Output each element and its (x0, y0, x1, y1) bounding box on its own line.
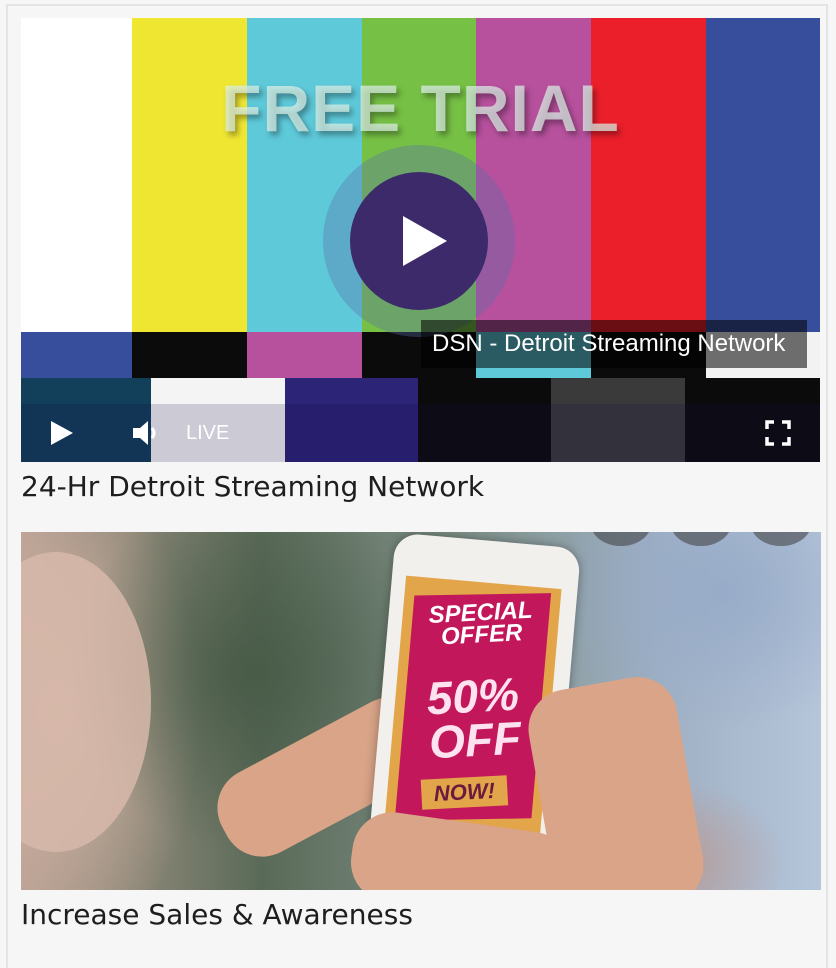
color-bar (132, 332, 247, 378)
live-label: LIVE (186, 422, 230, 444)
color-bar (247, 332, 362, 378)
card-title[interactable]: Increase Sales & Awareness (21, 898, 413, 931)
color-bar (706, 18, 820, 332)
big-play-button[interactable] (350, 172, 488, 310)
player-controls: LIVE (21, 404, 820, 462)
free-trial-overlay: FREE TRIAL (221, 71, 620, 145)
offer-discount: 50% OFF (412, 668, 536, 769)
color-bar (21, 18, 132, 332)
color-bar (21, 332, 132, 378)
promo-image[interactable]: SPECIAL OFFER 50% OFF NOW! (21, 532, 821, 890)
offer-off: OFF (427, 711, 523, 769)
color-bar (591, 18, 706, 332)
play-icon[interactable] (51, 421, 73, 445)
face-shape (21, 552, 151, 852)
bokeh-shape (591, 532, 651, 546)
video-player[interactable]: FREE TRIAL DSN - Detroit Streaming Netwo… (21, 18, 820, 462)
offer-headline: SPECIAL OFFER (421, 597, 541, 651)
color-bar (132, 18, 247, 332)
volume-icon[interactable] (131, 419, 161, 447)
card-title[interactable]: 24-Hr Detroit Streaming Network (21, 470, 484, 503)
bokeh-shape (671, 532, 731, 546)
big-play-icon (403, 216, 447, 266)
bokeh-shape (751, 532, 811, 546)
channel-caption: DSN - Detroit Streaming Network (421, 320, 807, 368)
fullscreen-icon[interactable] (765, 420, 791, 446)
offer-now: NOW! (420, 775, 509, 810)
